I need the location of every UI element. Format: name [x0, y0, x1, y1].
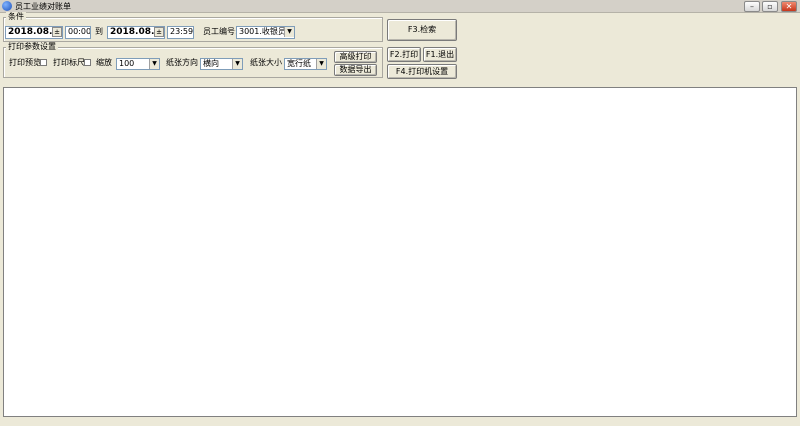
paper-size-label: 纸张大小 — [250, 58, 282, 67]
paper-size-select[interactable]: 宽行纸 ▼ — [284, 58, 327, 70]
print-preview-checkbox[interactable] — [40, 59, 47, 66]
orientation-select-value: 横向 — [203, 59, 219, 68]
zoom-select-value: 100 — [119, 59, 135, 68]
chevron-down-icon[interactable]: ▼ — [149, 59, 159, 69]
search-button[interactable]: F3.检索 — [387, 19, 457, 41]
print-button[interactable]: F2.打印 — [387, 47, 421, 62]
employee-select[interactable]: 3001.收银员01 ▼ — [236, 26, 295, 39]
start-date-picker-icon[interactable]: ± — [52, 27, 62, 37]
exit-button[interactable]: F1.退出 — [423, 47, 457, 62]
minimize-button[interactable]: – — [744, 1, 760, 12]
zoom-label: 缩放 — [96, 58, 112, 67]
start-time-field[interactable]: 00:00 — [65, 26, 91, 39]
paper-size-select-value: 宽行纸 — [287, 59, 311, 68]
end-time-field[interactable]: 23:59 — [167, 26, 194, 39]
orientation-select[interactable]: 横向 ▼ — [200, 58, 243, 70]
employee-label: 员工编号: — [203, 27, 238, 36]
chevron-down-icon[interactable]: ▼ — [232, 59, 242, 69]
chevron-down-icon[interactable]: ▼ — [284, 27, 294, 37]
zoom-select[interactable]: 100 ▼ — [116, 58, 160, 70]
close-button[interactable]: ✕ — [781, 1, 797, 12]
title-bar: 员工业绩对账单 – ▫ ✕ — [0, 0, 800, 13]
chevron-down-icon[interactable]: ▼ — [316, 59, 326, 69]
printer-setup-button[interactable]: F4.打印机设置 — [387, 64, 457, 79]
bottom-strip — [0, 418, 800, 426]
advanced-print-button[interactable]: 高级打印 — [334, 51, 377, 63]
app-globe-icon — [2, 1, 12, 11]
conditions-group-label: 条件 — [6, 12, 26, 21]
print-ruler-checkbox[interactable] — [84, 59, 91, 66]
print-preview-label: 打印预览 — [9, 58, 41, 67]
to-label: 到 — [95, 27, 103, 36]
restore-button[interactable]: ▫ — [762, 1, 778, 12]
export-data-button[interactable]: 数据导出 — [334, 64, 377, 76]
end-date-picker-icon[interactable]: ± — [154, 27, 164, 37]
print-ruler-label: 打印标尺 — [53, 58, 85, 67]
window-title: 员工业绩对账单 — [15, 2, 71, 11]
print-settings-group-label: 打印参数设置 — [6, 42, 58, 51]
orientation-label: 纸张方向 — [166, 58, 198, 67]
report-preview-area[interactable] — [3, 87, 797, 417]
